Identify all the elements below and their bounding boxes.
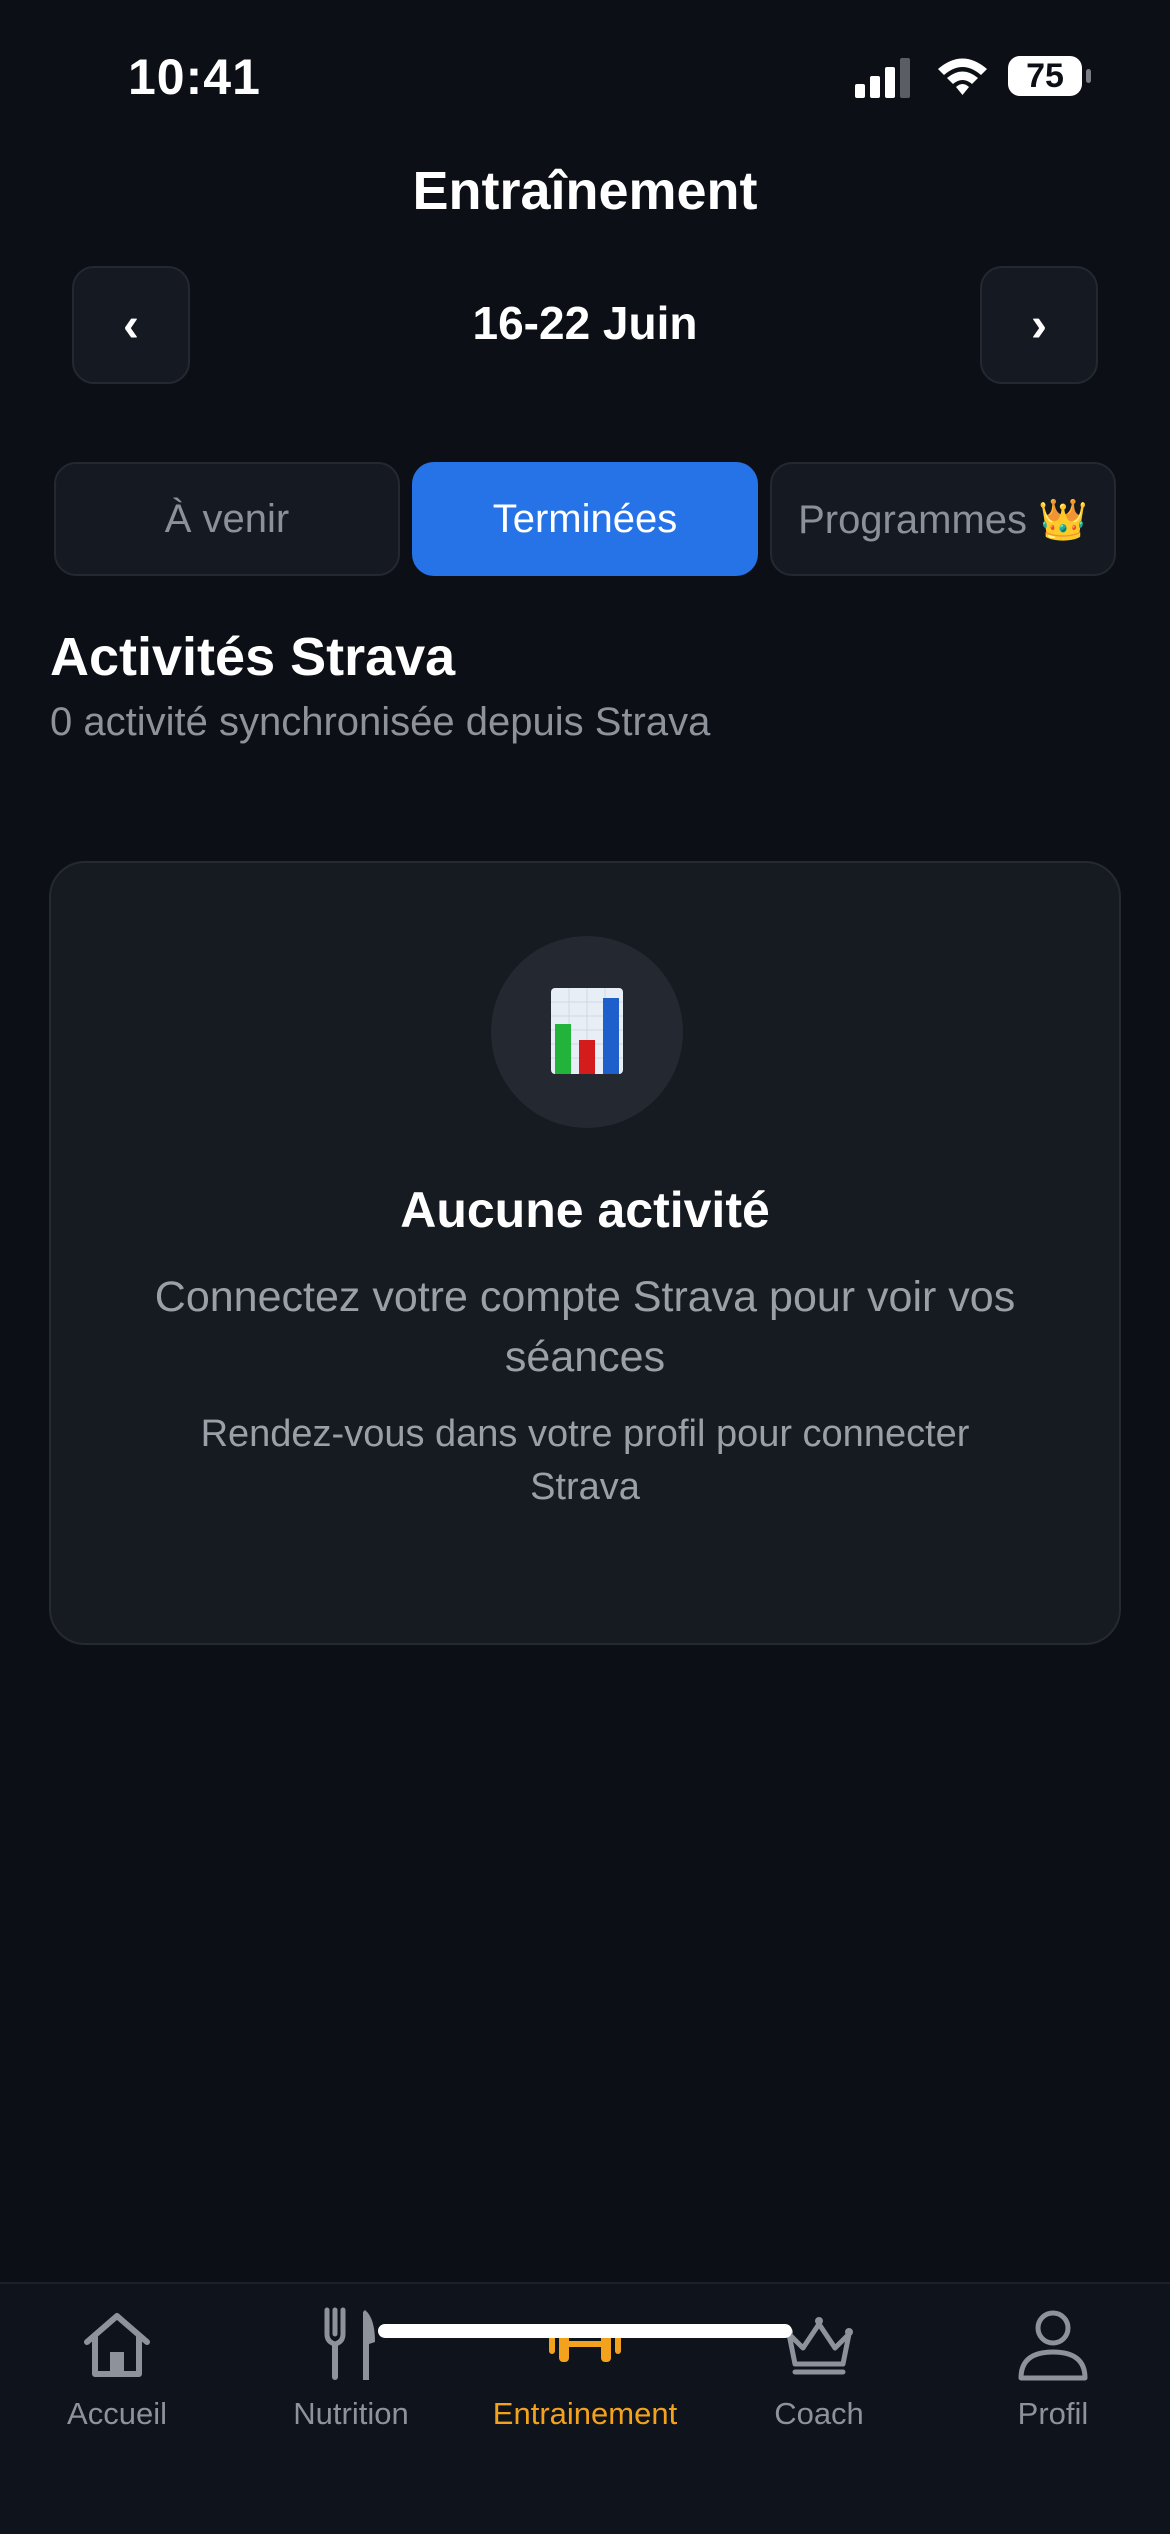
tabbar-label-coach: Coach [774, 2396, 864, 2431]
wifi-icon [938, 58, 987, 95]
section-subtitle: 0 activité synchronisée depuis Strava [50, 700, 711, 744]
tab-programs[interactable]: Programmes 👑 [770, 462, 1116, 576]
tabbar-label-profile: Profil [1017, 2396, 1089, 2431]
empty-state-icon-circle [491, 936, 683, 1128]
tabbar-label-nutrition: Nutrition [293, 2396, 409, 2431]
person-icon [1018, 2310, 1088, 2381]
status-bar: 10:41 75 [0, 0, 1170, 150]
bottom-tab-bar: Accueil Nutrition Entrainement Coach Pro… [0, 2282, 1170, 2534]
bar-chart-icon [551, 988, 623, 1074]
fork-knife-icon [324, 2307, 375, 2380]
tabbar-item-home[interactable]: Accueil [0, 2284, 234, 2444]
segmented-tabs: À venir Terminées Programmes 👑 [54, 462, 1116, 576]
tabbar-label-home: Accueil [67, 2396, 167, 2431]
empty-state-card: Aucune activité Connectez votre compte S… [49, 861, 1121, 1645]
tabbar-item-nutrition[interactable]: Nutrition [234, 2284, 468, 2444]
week-range-label: 16-22 Juin [472, 297, 698, 349]
tabbar-item-training[interactable]: Entrainement [468, 2284, 702, 2444]
crown-icon [785, 2317, 853, 2375]
tabbar-item-coach[interactable]: Coach [702, 2284, 936, 2444]
tabbar-item-profile[interactable]: Profil [936, 2284, 1170, 2444]
tabbar-label-training: Entrainement [492, 2396, 678, 2431]
page-title: Entraînement [412, 161, 758, 221]
week-navigator: ‹ 16-22 Juin › [72, 266, 1098, 386]
status-time: 10:41 [128, 49, 261, 105]
battery-level: 75 [1008, 56, 1082, 96]
dumbbell-icon [549, 2326, 621, 2362]
home-icon [84, 2313, 150, 2377]
home-indicator[interactable] [378, 2324, 792, 2338]
empty-state-message: Connectez votre compte Strava pour voir … [154, 1273, 1016, 1381]
battery-icon: 75 [1008, 56, 1091, 100]
cellular-signal-icon [855, 58, 910, 98]
tab-completed[interactable]: Terminées [412, 462, 758, 576]
next-week-button[interactable]: › [980, 266, 1098, 384]
tab-upcoming[interactable]: À venir [54, 462, 400, 576]
section-title: Activités Strava [50, 627, 456, 687]
empty-state-title: Aucune activité [400, 1182, 770, 1238]
empty-state-hint: Rendez-vous dans votre profil pour conne… [200, 1413, 970, 1508]
